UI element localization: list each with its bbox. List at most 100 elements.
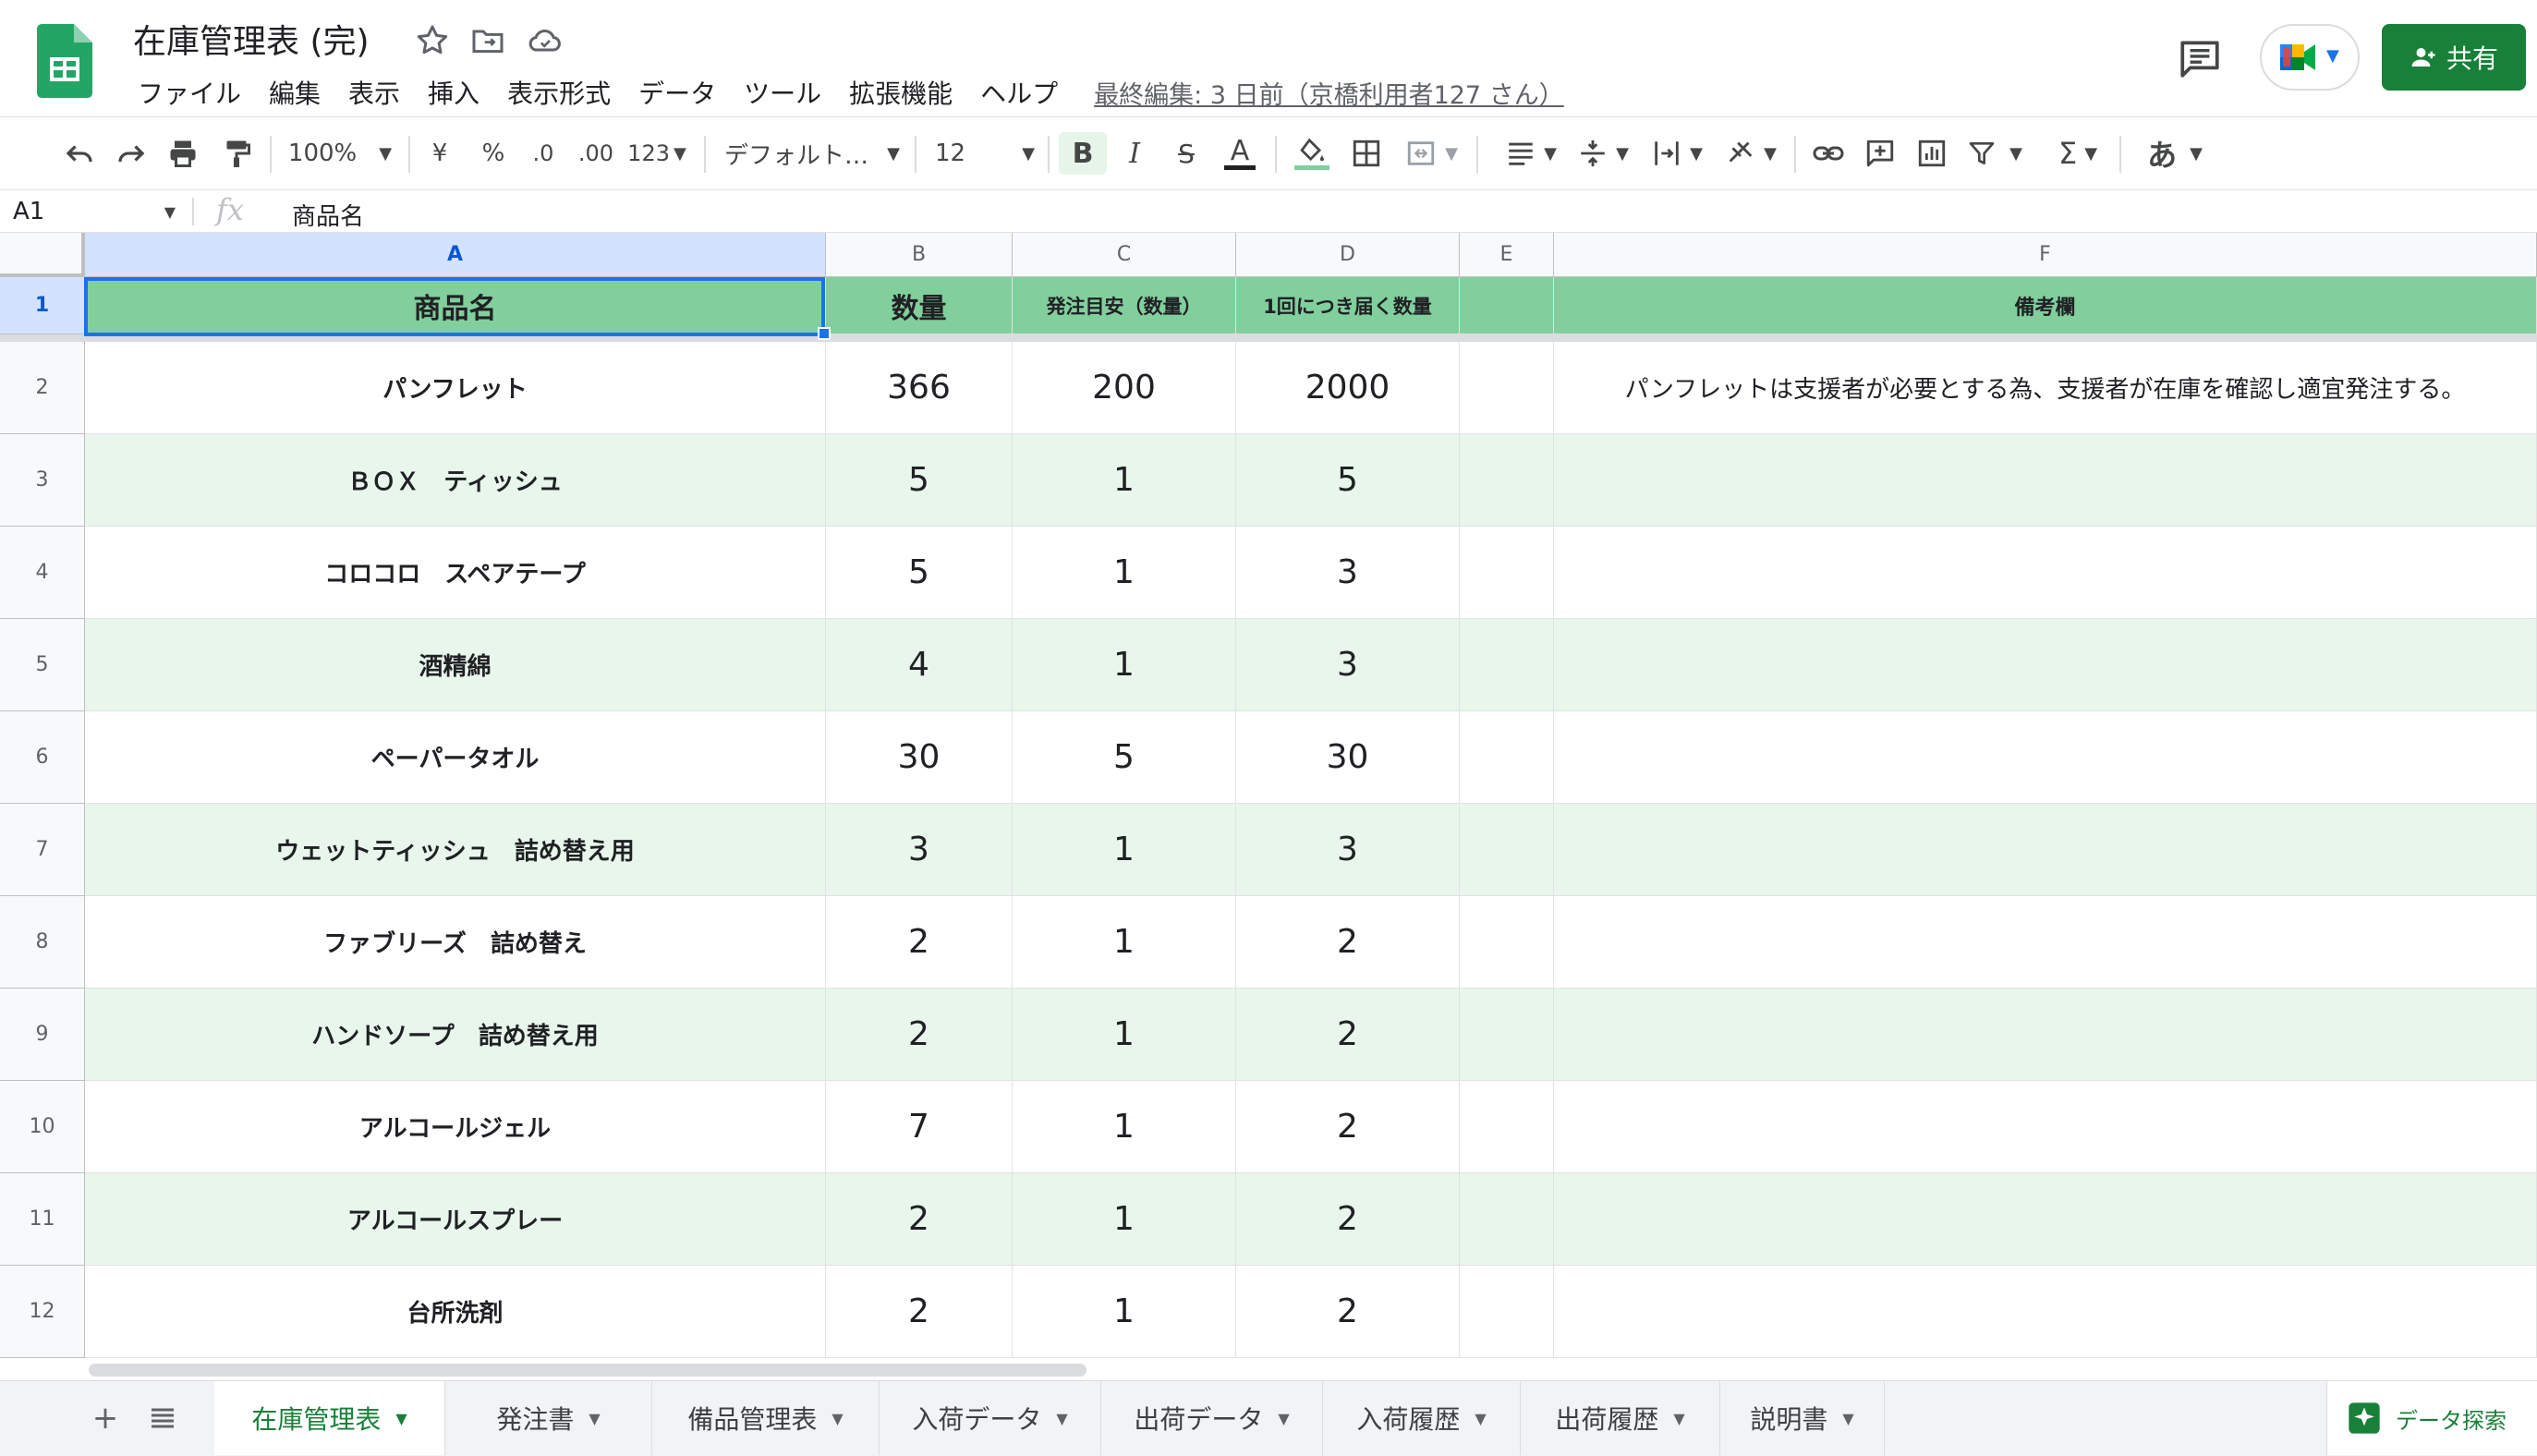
cell-note[interactable] xyxy=(1554,527,2537,619)
row-header[interactable]: 12 xyxy=(0,1266,85,1358)
header-cell-name[interactable]: 商品名 xyxy=(85,277,826,334)
cell-per-delivery[interactable]: 30 xyxy=(1236,711,1460,804)
borders-icon[interactable] xyxy=(1345,132,1388,175)
cell-note[interactable] xyxy=(1554,434,2537,527)
formula-input[interactable]: 商品名 xyxy=(292,198,364,232)
chevron-down-icon[interactable]: ▼ xyxy=(1842,1410,1853,1427)
input-tools-button[interactable]: あ ▼ xyxy=(2138,132,2212,175)
cell-note[interactable] xyxy=(1554,711,2537,804)
text-color-button[interactable]: A xyxy=(1218,132,1262,175)
increase-decimal-button[interactable]: .00 xyxy=(573,132,619,175)
comments-icon[interactable] xyxy=(2177,35,2223,81)
chevron-down-icon[interactable]: ▼ xyxy=(1673,1410,1684,1427)
cell-note[interactable] xyxy=(1554,1266,2537,1358)
functions-button[interactable]: Σ ▼ xyxy=(2045,132,2110,175)
chevron-down-icon[interactable]: ▼ xyxy=(395,1410,407,1427)
column-header-e[interactable]: E xyxy=(1460,233,1554,277)
menu-data[interactable]: データ xyxy=(625,74,730,111)
row-header[interactable]: 2 xyxy=(0,342,85,434)
cell-note[interactable] xyxy=(1554,1081,2537,1173)
strikethrough-button[interactable]: S xyxy=(1164,132,1208,175)
header-cell-note[interactable]: 備考欄 xyxy=(1554,277,2537,334)
add-sheet-icon[interactable]: + xyxy=(89,1400,122,1437)
cell-note[interactable] xyxy=(1554,989,2537,1081)
chevron-down-icon[interactable]: ▼ xyxy=(589,1410,600,1427)
filter-icon[interactable]: ▼ xyxy=(1962,132,2027,175)
cell-order-point[interactable]: 200 xyxy=(1013,342,1236,434)
cell-quantity[interactable]: 366 xyxy=(826,342,1013,434)
sheet-tab[interactable]: 入荷履歴 ▼ xyxy=(1323,1381,1521,1455)
cell-e[interactable] xyxy=(1460,896,1554,989)
menu-tools[interactable]: ツール xyxy=(730,74,835,111)
cell-order-point[interactable]: 1 xyxy=(1013,896,1236,989)
vertical-align-icon[interactable]: ▼ xyxy=(1571,132,1635,175)
cell-quantity[interactable]: 2 xyxy=(826,896,1013,989)
sheet-tab[interactable]: 説明書 ▼ xyxy=(1720,1381,1885,1455)
column-header-b[interactable]: B xyxy=(826,233,1013,277)
sheet-tab[interactable]: 発注書 ▼ xyxy=(445,1381,652,1455)
cell-per-delivery[interactable]: 2000 xyxy=(1236,342,1460,434)
paint-format-icon[interactable] xyxy=(216,132,257,175)
cell-order-point[interactable]: 1 xyxy=(1013,989,1236,1081)
cell-product-name[interactable]: 酒精綿 xyxy=(85,619,826,711)
cell-e[interactable] xyxy=(1460,1081,1554,1173)
menu-format[interactable]: 表示形式 xyxy=(493,74,625,111)
menu-help[interactable]: ヘルプ xyxy=(966,74,1072,111)
cell-quantity[interactable]: 2 xyxy=(826,989,1013,1081)
cell-product-name[interactable]: ファブリーズ 詰め替え xyxy=(85,896,826,989)
text-wrap-icon[interactable]: ▼ xyxy=(1645,132,1709,175)
menu-extensions[interactable]: 拡張機能 xyxy=(835,74,966,111)
cell-per-delivery[interactable]: 5 xyxy=(1236,434,1460,527)
sheet-tab[interactable]: 出荷データ ▼ xyxy=(1101,1381,1323,1455)
row-header[interactable]: 4 xyxy=(0,527,85,619)
sheets-logo-icon[interactable] xyxy=(37,24,92,98)
cell-per-delivery[interactable]: 3 xyxy=(1236,804,1460,896)
decrease-decimal-button[interactable]: .0 xyxy=(523,132,564,175)
cell-quantity[interactable]: 5 xyxy=(826,434,1013,527)
cell-order-point[interactable]: 1 xyxy=(1013,619,1236,711)
cell-e[interactable] xyxy=(1460,1266,1554,1358)
cell-order-point[interactable]: 1 xyxy=(1013,1266,1236,1358)
sheet-tab[interactable]: 在庫管理表 ▼ xyxy=(214,1381,445,1455)
frozen-row-divider[interactable] xyxy=(0,334,2537,342)
chevron-down-icon[interactable]: ▼ xyxy=(1278,1410,1289,1427)
print-icon[interactable] xyxy=(163,132,203,175)
header-cell-qty[interactable]: 数量 xyxy=(826,277,1013,334)
row-header[interactable]: 10 xyxy=(0,1081,85,1173)
column-header-a[interactable]: A xyxy=(85,233,826,277)
cell-e[interactable] xyxy=(1460,989,1554,1081)
bold-button[interactable]: B xyxy=(1059,132,1107,175)
text-rotation-icon[interactable]: ▼ xyxy=(1718,132,1783,175)
cell-e[interactable] xyxy=(1460,527,1554,619)
move-to-folder-icon[interactable] xyxy=(469,22,506,59)
percent-format-button[interactable]: % xyxy=(475,132,512,175)
fill-color-button[interactable] xyxy=(1290,132,1334,175)
row-header[interactable]: 9 xyxy=(0,989,85,1081)
horizontal-scrollbar[interactable] xyxy=(85,1360,2537,1378)
insert-chart-icon[interactable] xyxy=(1911,132,1953,175)
row-header[interactable]: 6 xyxy=(0,711,85,804)
header-cell-e[interactable] xyxy=(1460,277,1554,334)
document-title[interactable]: 在庫管理表 (完) xyxy=(133,15,370,63)
cell-per-delivery[interactable]: 3 xyxy=(1236,527,1460,619)
cell-product-name[interactable]: ＢＯＸ ティッシュ xyxy=(85,434,826,527)
menu-insert[interactable]: 挿入 xyxy=(414,74,493,111)
cell-order-point[interactable]: 1 xyxy=(1013,1081,1236,1173)
explore-button[interactable]: データ探索 xyxy=(2326,1381,2537,1455)
chevron-down-icon[interactable]: ▼ xyxy=(1475,1410,1486,1427)
cell-order-point[interactable]: 1 xyxy=(1013,527,1236,619)
cell-note[interactable] xyxy=(1554,619,2537,711)
cell-e[interactable] xyxy=(1460,619,1554,711)
sheet-tab[interactable]: 備品管理表 ▼ xyxy=(652,1381,880,1455)
row-header[interactable]: 1 xyxy=(0,277,85,334)
sheet-tab[interactable]: 入荷データ ▼ xyxy=(880,1381,1101,1455)
cell-per-delivery[interactable]: 2 xyxy=(1236,1173,1460,1266)
font-size-select[interactable]: 12 ▼ xyxy=(935,132,1035,175)
cell-quantity[interactable]: 2 xyxy=(826,1173,1013,1266)
cell-product-name[interactable]: パンフレット xyxy=(85,342,826,434)
cell-product-name[interactable]: 台所洗剤 xyxy=(85,1266,826,1358)
cell-e[interactable] xyxy=(1460,434,1554,527)
column-header-c[interactable]: C xyxy=(1013,233,1236,277)
row-header[interactable]: 11 xyxy=(0,1173,85,1266)
cell-product-name[interactable]: アルコールジェル xyxy=(85,1081,826,1173)
